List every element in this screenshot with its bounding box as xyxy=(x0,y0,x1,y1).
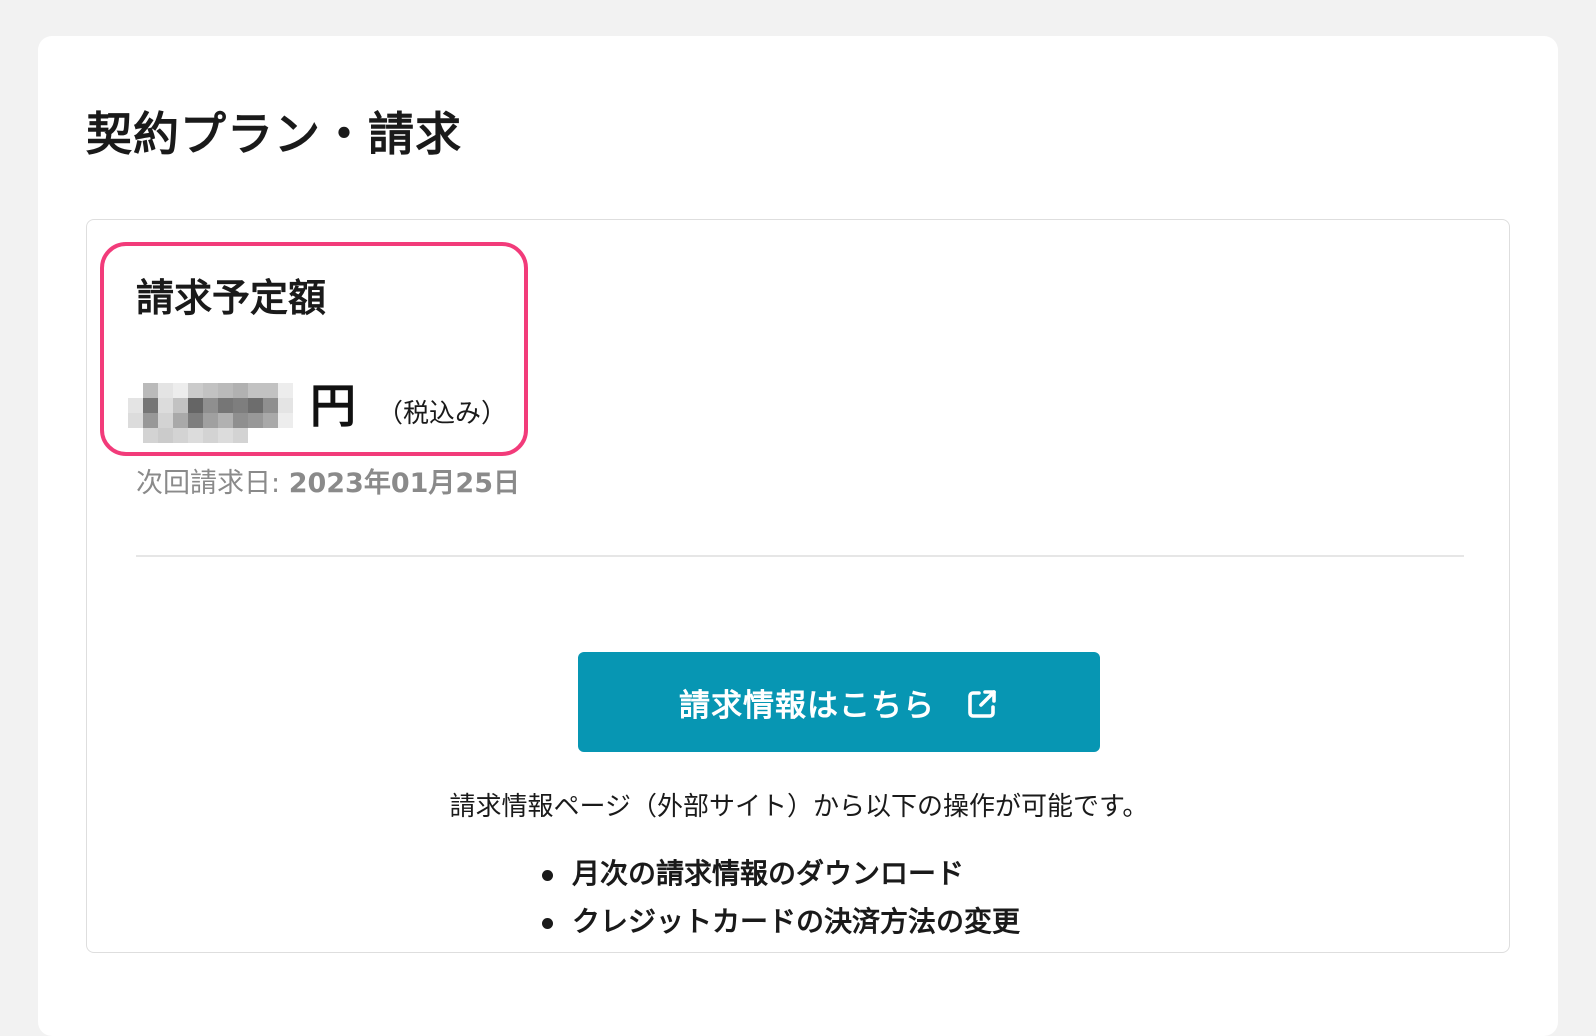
feature-item-label: クレジットカードの決済方法の変更 xyxy=(571,905,1020,938)
next-billing-date-value: 2023年01月25日 xyxy=(288,468,520,499)
billing-amount-label: 請求予定額 xyxy=(136,276,327,320)
billing-page-card: 契約プラン・請求 請求予定額 円 （税込み） 次回請求日: 2023年01月25… xyxy=(38,36,1558,1036)
billing-info-button[interactable]: 請求情報はこちら xyxy=(578,652,1100,752)
billing-info-description: 請求情報ページ（外部サイト）から以下の操作が可能です。 xyxy=(449,792,1149,822)
billing-info-button-label: 請求情報はこちら xyxy=(679,687,935,724)
list-item: クレジットカードの決済方法の変更 xyxy=(538,898,1020,946)
external-link-icon xyxy=(965,687,999,721)
feature-item-label: 月次の請求情報のダウンロード xyxy=(571,857,964,890)
page-title: 契約プラン・請求 xyxy=(86,107,462,161)
currency-unit: 円 xyxy=(310,379,356,433)
next-billing-date: 次回請求日: 2023年01月25日 xyxy=(136,466,520,502)
billing-feature-list: 月次の請求情報のダウンロード クレジットカードの決済方法の変更 xyxy=(87,850,1511,946)
bullet-icon xyxy=(541,870,553,881)
billing-amount-redacted xyxy=(128,368,296,444)
section-divider xyxy=(136,555,1464,557)
bullet-icon xyxy=(541,918,553,929)
billing-panel: 請求予定額 円 （税込み） 次回請求日: 2023年01月25日 請求情報はこち… xyxy=(86,219,1510,953)
next-billing-prefix: 次回請求日: xyxy=(136,468,289,499)
list-item: 月次の請求情報のダウンロード xyxy=(538,850,1020,898)
tax-included-note: （税込み） xyxy=(377,399,508,429)
